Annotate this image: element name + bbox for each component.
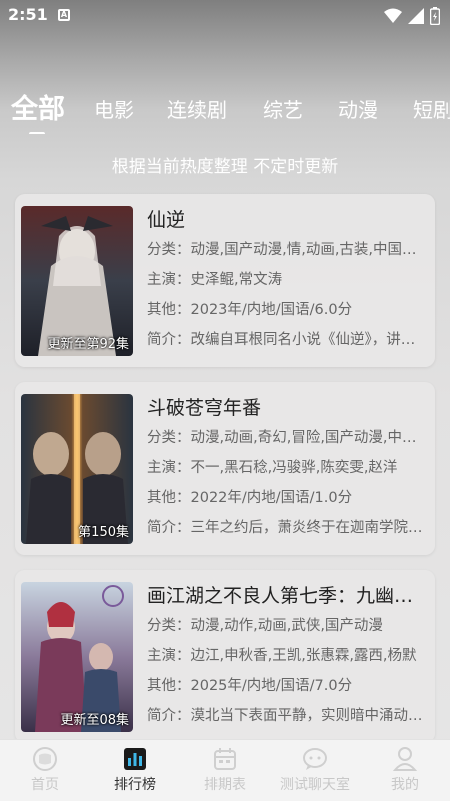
tab-series[interactable]: 连续剧 (167, 92, 227, 128)
tab-variety[interactable]: 综艺 (263, 92, 303, 128)
poster-image[interactable]: 第150集 (21, 394, 133, 544)
signal-icon (408, 8, 424, 24)
episode-badge: 更新至第92集 (47, 337, 129, 352)
notification-a-icon: A (58, 9, 70, 21)
ranking-card[interactable]: 第150集 斗破苍穹年番 分类：动漫,动画,奇幻,冒险,国产动漫,中国动漫 主演… (15, 382, 435, 555)
nav-schedule[interactable]: 排期表 (180, 746, 270, 794)
card-cast: 主演：不一,黑石稔,冯骏骅,陈奕雯,赵洋 (147, 460, 398, 476)
card-category: 分类：动漫,动画,奇幻,冒险,国产动漫,中国动漫 (147, 430, 427, 446)
nav-label: 排期表 (204, 777, 246, 793)
card-cast: 主演：史泽鲲,常文涛 (147, 272, 283, 288)
card-intro: 简介：三年之约后，萧炎终于在迦南学院见到了萧薰儿 (147, 520, 427, 536)
ranking-card[interactable]: 更新至第92集 仙逆 分类：动漫,国产动漫,情,动画,古装,中国动漫 主演：史泽… (15, 194, 435, 367)
tab-all[interactable]: 全部 (11, 92, 65, 128)
card-cast: 主演：边江,申秋香,王凯,张惠霖,露西,杨默 (147, 648, 417, 664)
nav-ranking[interactable]: 排行榜 (90, 746, 180, 794)
card-category: 分类：动漫,国产动漫,情,动画,古装,中国动漫 (147, 242, 427, 258)
battery-icon (430, 7, 440, 25)
nav-home[interactable]: 首页 (0, 746, 90, 794)
home-icon (33, 747, 57, 771)
nav-chatroom[interactable]: 测试聊天室 (270, 746, 360, 794)
card-title[interactable]: 画江湖之不良人第七季：九幽玄天 (147, 582, 427, 610)
tab-short-drama[interactable]: 短剧 (413, 92, 450, 128)
card-other: 其他：2025年/内地/国语/7.0分 (147, 678, 353, 694)
card-intro: 简介：改编自耳根同名小说《仙逆》，讲述乡村平凡少年王林 (147, 332, 427, 348)
tab-anime[interactable]: 动漫 (338, 92, 378, 128)
nav-label: 排行榜 (114, 777, 156, 793)
calendar-icon (214, 748, 236, 770)
tab-indicator (29, 132, 45, 134)
nav-label: 首页 (31, 777, 59, 793)
poster-image[interactable]: 更新至08集 (21, 582, 133, 732)
nav-profile[interactable]: 我的 (360, 746, 450, 794)
card-intro: 简介：漠北当下表面平静，实则暗中涌动着危机 (147, 708, 427, 724)
card-category: 分类：动漫,动作,动画,武侠,国产动漫 (147, 618, 383, 634)
nav-label: 我的 (391, 777, 419, 793)
wifi-icon (384, 8, 402, 23)
card-other: 其他：2022年/内地/国语/1.0分 (147, 490, 353, 506)
category-tabs: 全部 电影 连续剧 综艺 动漫 短剧 (0, 92, 450, 134)
card-other: 其他：2023年/内地/国语/6.0分 (147, 302, 353, 318)
episode-badge: 第150集 (78, 525, 129, 540)
ranking-card[interactable]: 更新至08集 画江湖之不良人第七季：九幽玄天 分类：动漫,动作,动画,武侠,国产… (15, 570, 435, 743)
card-title[interactable]: 仙逆 (147, 206, 427, 234)
episode-badge: 更新至08集 (60, 713, 129, 728)
poster-image[interactable]: 更新至第92集 (21, 206, 133, 356)
nav-label: 测试聊天室 (280, 777, 350, 793)
chat-icon (303, 748, 327, 770)
bottom-nav: 首页 排行榜 排期表 测试聊天室 我的 (0, 739, 450, 801)
status-bar: 2:51 A (0, 0, 450, 32)
status-time: 2:51 (8, 5, 48, 24)
tab-movie[interactable]: 电影 (94, 92, 134, 128)
ranking-subtitle: 根据当前热度整理 不定时更新 (111, 157, 339, 177)
status-icons (384, 7, 440, 25)
card-title[interactable]: 斗破苍穹年番 (147, 394, 427, 422)
profile-icon (392, 747, 418, 771)
ranking-icon (124, 748, 146, 770)
